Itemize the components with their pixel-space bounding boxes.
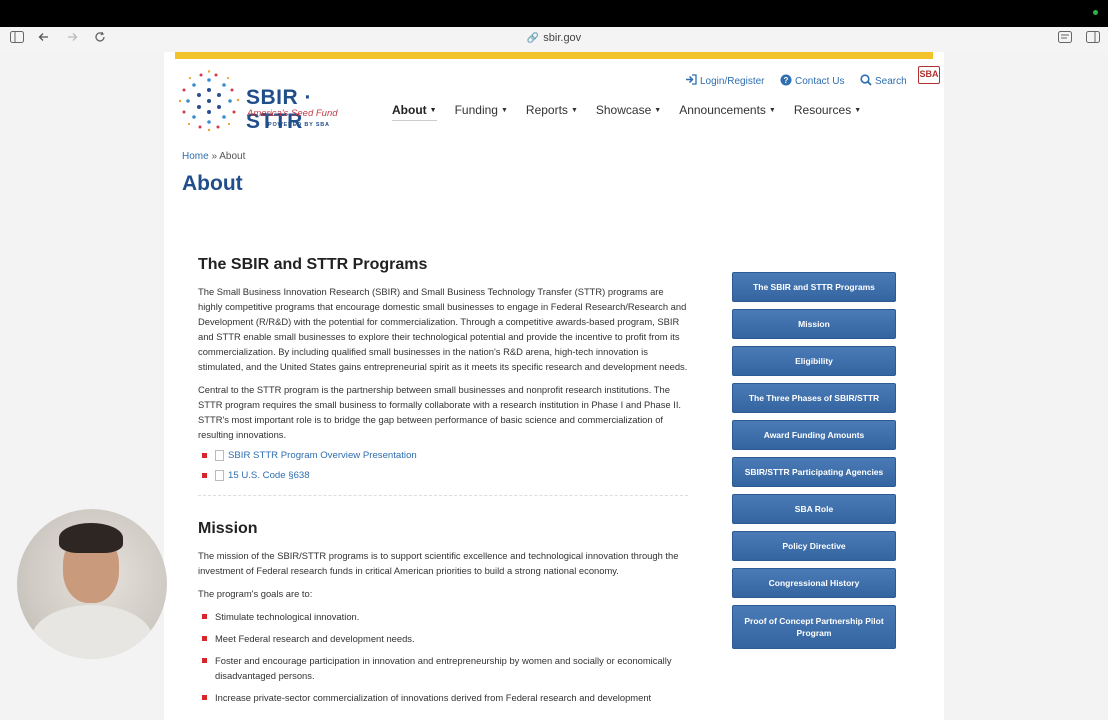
search-link[interactable]: Search bbox=[860, 74, 907, 89]
section-heading-programs: The SBIR and STTR Programs bbox=[198, 256, 428, 273]
nav-label: Resources bbox=[793, 103, 852, 117]
caret-down-icon: ▼ bbox=[500, 107, 508, 115]
caret-down-icon: ▼ bbox=[429, 107, 437, 115]
banner-bar bbox=[175, 52, 933, 59]
svg-text:?: ? bbox=[784, 76, 789, 85]
nav-label: Announcements bbox=[679, 103, 766, 117]
sign-in-icon bbox=[685, 74, 697, 88]
login-label: Login/Register bbox=[700, 75, 765, 87]
nav-announcements[interactable]: Announcements ▼ bbox=[679, 103, 776, 121]
list-item: Increase private-sector commercializatio… bbox=[202, 690, 690, 705]
sidebar-item-programs[interactable]: The SBIR and STTR Programs bbox=[732, 272, 896, 302]
caret-down-icon: ▼ bbox=[654, 107, 662, 115]
contact-link[interactable]: ? Contact Us bbox=[780, 74, 844, 89]
bullet bbox=[202, 473, 207, 478]
page: SBIR · STTR America's Seed Fund POWERED … bbox=[164, 52, 944, 720]
sidebar-item-eligibility[interactable]: Eligibility bbox=[732, 346, 896, 376]
nav-showcase[interactable]: Showcase ▼ bbox=[596, 103, 661, 121]
goal-text: Increase private-sector commercializatio… bbox=[215, 692, 652, 703]
breadcrumb-current: About bbox=[219, 151, 246, 162]
goals-intro: The program's goals are to: bbox=[198, 588, 313, 599]
sidebar-item-history[interactable]: Congressional History bbox=[732, 568, 896, 598]
nav-label: Showcase bbox=[595, 103, 652, 117]
bullet bbox=[202, 695, 207, 700]
sidebar-item-phases[interactable]: The Three Phases of SBIR/STTR bbox=[732, 383, 896, 413]
breadcrumb-home[interactable]: Home bbox=[182, 151, 209, 162]
top-strip bbox=[0, 0, 1108, 27]
tabs-overview-icon[interactable] bbox=[1085, 31, 1101, 47]
reader-icon[interactable] bbox=[1057, 31, 1073, 47]
breadcrumb-separator: » bbox=[211, 151, 218, 162]
pdf-icon bbox=[215, 450, 224, 461]
sidebar-item-agencies[interactable]: SBIR/STTR Participating Agencies bbox=[732, 457, 896, 487]
breadcrumb: Home » About bbox=[182, 151, 245, 162]
caret-down-icon: ▼ bbox=[854, 107, 862, 115]
pdf-icon bbox=[215, 470, 224, 481]
nav-reports[interactable]: Reports ▼ bbox=[526, 103, 578, 121]
nav-label: Reports bbox=[525, 103, 568, 117]
nav-label: About bbox=[392, 103, 427, 117]
sba-logo[interactable]: SBA bbox=[918, 66, 940, 84]
doc-link-code[interactable]: 15 U.S. Code §638 bbox=[202, 470, 690, 481]
sidebar-item-sba-role[interactable]: SBA Role bbox=[732, 494, 896, 524]
mission-paragraph: The mission of the SBIR/STTR programs is… bbox=[198, 550, 679, 576]
question-icon: ? bbox=[780, 74, 792, 89]
main-nav: About ▼ Funding ▼ Reports ▼ Showcase ▼ Annou… bbox=[392, 103, 879, 121]
list-item: Foster and encourage participation in in… bbox=[202, 653, 690, 683]
nav-about[interactable]: About ▼ bbox=[392, 103, 437, 121]
browser-toolbar: 🔗 sbir.gov bbox=[0, 27, 1108, 52]
list-item: Meet Federal research and development ne… bbox=[202, 631, 690, 646]
doc-link-label: 15 U.S. Code §638 bbox=[228, 470, 310, 481]
nav-label: Funding bbox=[454, 103, 498, 117]
doc-link-label: SBIR STTR Program Overview Presentation bbox=[228, 450, 417, 461]
logo-burst-icon bbox=[178, 70, 240, 132]
caret-down-icon: ▼ bbox=[570, 107, 578, 115]
programs-paragraph-2: Central to the STTR program is the partn… bbox=[198, 384, 682, 440]
sidebar-item-proof-of-concept[interactable]: Proof of Concept Partnership Pilot Progr… bbox=[732, 605, 896, 649]
contact-label: Contact Us bbox=[795, 76, 845, 87]
recording-indicator bbox=[1093, 10, 1098, 15]
document-links: SBIR STTR Program Overview Presentation … bbox=[202, 450, 690, 481]
caret-down-icon: ▼ bbox=[768, 107, 776, 115]
goals-list: Stimulate technological innovation. Meet… bbox=[202, 609, 690, 705]
nav-funding[interactable]: Funding ▼ bbox=[455, 103, 508, 121]
webcam-figure bbox=[31, 605, 153, 659]
goal-text: Foster and encourage participation in in… bbox=[215, 655, 672, 681]
section-divider bbox=[198, 495, 688, 496]
section-sidebar: The SBIR and STTR Programs Mission Eligi… bbox=[732, 272, 896, 656]
sidebar-item-award-amounts[interactable]: Award Funding Amounts bbox=[732, 420, 896, 450]
webcam-hair bbox=[59, 523, 123, 553]
url-text: sbir.gov bbox=[543, 32, 582, 44]
bullet bbox=[202, 636, 207, 641]
sidebar-item-mission[interactable]: Mission bbox=[732, 309, 896, 339]
doc-link-overview[interactable]: SBIR STTR Program Overview Presentation bbox=[202, 450, 690, 461]
search-icon bbox=[860, 74, 872, 89]
bullet bbox=[202, 614, 207, 619]
goal-text: Meet Federal research and development ne… bbox=[215, 633, 415, 644]
section-heading-mission: Mission bbox=[198, 520, 258, 537]
nav-resources[interactable]: Resources ▼ bbox=[794, 103, 861, 121]
address-bar[interactable]: 🔗 sbir.gov bbox=[0, 32, 1108, 44]
bullet bbox=[202, 453, 207, 458]
bullet bbox=[202, 658, 207, 663]
programs-paragraph-1: The Small Business Innovation Research (… bbox=[198, 286, 688, 372]
goal-text: Stimulate technological innovation. bbox=[215, 611, 360, 622]
webcam-overlay bbox=[17, 509, 167, 659]
page-title: About bbox=[182, 172, 243, 195]
site-logo[interactable]: SBIR · STTR America's Seed Fund POWERED … bbox=[176, 70, 366, 133]
main-content: The SBIR and STTR Programs The Small Bus… bbox=[198, 256, 690, 712]
link-icon: 🔗 bbox=[526, 33, 540, 44]
logo-powered: POWERED BY SBA bbox=[268, 122, 330, 128]
search-label: Search bbox=[875, 76, 907, 87]
logo-tagline: America's Seed Fund bbox=[247, 108, 338, 119]
list-item: Stimulate technological innovation. bbox=[202, 609, 690, 624]
sidebar-item-policy[interactable]: Policy Directive bbox=[732, 531, 896, 561]
login-link[interactable]: Login/Register bbox=[685, 74, 764, 88]
